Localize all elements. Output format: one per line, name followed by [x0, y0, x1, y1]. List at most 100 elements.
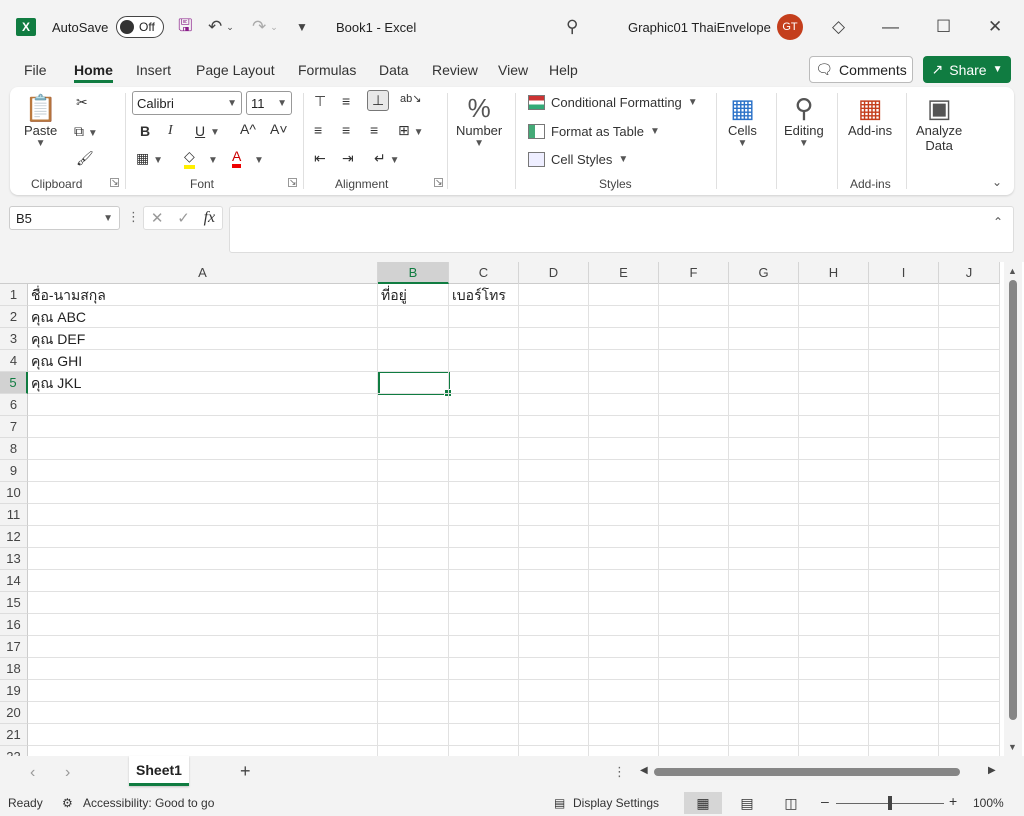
scroll-left-icon[interactable]: ◀ — [640, 765, 648, 776]
add-sheet-icon[interactable]: + — [240, 761, 251, 782]
dialog-launcher-icon[interactable]: ↘ — [434, 178, 443, 187]
cell-a2[interactable]: คุณ ABC — [28, 306, 378, 328]
row-header-11[interactable]: 11 — [0, 504, 28, 526]
tab-insert[interactable]: Insert — [136, 60, 171, 80]
column-header-e[interactable]: E — [589, 262, 659, 284]
row-header-17[interactable]: 17 — [0, 636, 28, 658]
ribbon-expand-icon[interactable]: ⌄ — [992, 175, 1002, 189]
analyze-data-button[interactable]: ▣ Analyze Data — [916, 93, 962, 153]
column-header-d[interactable]: D — [519, 262, 589, 284]
row-header-16[interactable]: 16 — [0, 614, 28, 636]
maximize-icon[interactable]: ☐ — [936, 0, 951, 54]
chevron-down-icon[interactable]: ▼ — [210, 127, 220, 138]
collapse-formula-bar-icon[interactable]: ⌃ — [993, 215, 1003, 229]
cell-b1[interactable]: ที่อยู่ — [378, 284, 449, 306]
wrap-text-icon[interactable]: ↵ ▼ — [374, 150, 400, 167]
decrease-font-button[interactable]: A˅ — [270, 121, 288, 137]
row-header-5[interactable]: 5 — [0, 372, 28, 394]
cancel-icon[interactable]: ✕ — [151, 209, 164, 227]
more-options-icon[interactable]: ⋮ — [127, 209, 140, 225]
align-bottom-icon[interactable]: ⊥ — [367, 90, 390, 111]
row-header-22[interactable]: 22 — [0, 746, 28, 756]
scroll-right-icon[interactable]: ▶ — [988, 765, 996, 776]
italic-button[interactable]: I — [168, 123, 173, 139]
active-cell-selection[interactable] — [378, 371, 452, 397]
search-icon[interactable]: ⚲ — [566, 0, 578, 54]
undo-icon[interactable]: ↶ ⌄ — [208, 0, 234, 54]
row-header-12[interactable]: 12 — [0, 526, 28, 548]
accessibility-icon[interactable]: ⚙ — [62, 796, 73, 810]
cell-c1[interactable]: เบอร์โทร — [449, 284, 519, 306]
row-header-4[interactable]: 4 — [0, 350, 28, 372]
decrease-indent-icon[interactable]: ⇤ — [314, 150, 326, 167]
column-header-g[interactable]: G — [729, 262, 799, 284]
format-as-table-button[interactable]: Format as Table ▼ — [528, 124, 660, 139]
redo-icon[interactable]: ↷ ⌄ — [252, 0, 278, 54]
row-header-21[interactable]: 21 — [0, 724, 28, 746]
merge-center-icon[interactable]: ⊞ ▼ — [398, 122, 424, 139]
number-format-button[interactable]: % Number ▼ — [456, 93, 502, 149]
column-header-f[interactable]: F — [659, 262, 729, 284]
name-box[interactable]: B5 ▼ — [9, 206, 120, 230]
tab-file[interactable]: File — [24, 60, 47, 80]
row-header-9[interactable]: 9 — [0, 460, 28, 482]
row-header-14[interactable]: 14 — [0, 570, 28, 592]
row-header-15[interactable]: 15 — [0, 592, 28, 614]
enter-icon[interactable]: ✓ — [177, 209, 190, 227]
row-header-1[interactable]: 1 — [0, 284, 28, 306]
sheet-tab-active[interactable]: Sheet1 — [129, 756, 189, 786]
cell-a4[interactable]: คุณ GHI — [28, 350, 378, 372]
row-header-13[interactable]: 13 — [0, 548, 28, 570]
row-header-2[interactable]: 2 — [0, 306, 28, 328]
row-header-18[interactable]: 18 — [0, 658, 28, 680]
horizontal-scroll-thumb[interactable] — [654, 768, 960, 776]
vertical-scroll-thumb[interactable] — [1009, 280, 1017, 720]
column-header-b[interactable]: B — [378, 262, 449, 284]
previous-sheet-icon[interactable]: ‹ — [30, 764, 35, 782]
increase-indent-icon[interactable]: ⇥ — [342, 150, 354, 167]
scroll-down-icon[interactable]: ▼ — [1008, 742, 1017, 752]
display-settings-icon[interactable]: ▤ — [554, 796, 565, 810]
next-sheet-icon[interactable]: › — [65, 764, 70, 782]
borders-icon[interactable]: ▦ ▼ — [136, 150, 163, 167]
align-left-icon[interactable]: ≡ — [314, 122, 322, 138]
tab-page-layout[interactable]: Page Layout — [196, 60, 275, 80]
align-center-icon[interactable]: ≡ — [342, 122, 350, 138]
chevron-down-icon[interactable]: ▼ — [208, 155, 218, 166]
display-settings-button[interactable]: Display Settings — [573, 796, 659, 810]
page-layout-view-icon[interactable]: ▤ — [728, 792, 766, 814]
underline-button[interactable]: U — [195, 123, 205, 139]
insert-function-button[interactable]: fx — [204, 209, 216, 227]
column-header-j[interactable]: J — [939, 262, 1000, 284]
column-header-a[interactable]: A — [28, 262, 378, 284]
scroll-up-icon[interactable]: ▲ — [1008, 266, 1017, 276]
minimize-icon[interactable]: — — [882, 0, 899, 54]
worksheet-grid[interactable]: ABCDEFGHIJ 1 2 3 4 5 6 7 8 9 10 11 12 13 14 15 16 17 18 19… — [0, 262, 1024, 756]
zoom-slider-thumb[interactable] — [888, 796, 892, 810]
row-header-8[interactable]: 8 — [0, 438, 28, 460]
fill-color-icon[interactable]: ◇ — [184, 148, 195, 169]
align-top-icon[interactable]: ⊤ — [314, 93, 326, 110]
tab-help[interactable]: Help — [549, 60, 578, 80]
column-header-i[interactable]: I — [869, 262, 939, 284]
user-name[interactable]: Graphic01 ThaiEnvelope — [628, 0, 771, 54]
orientation-icon[interactable]: ab↘ — [400, 92, 421, 105]
close-icon[interactable]: ✕ — [988, 0, 1002, 54]
cell-a5[interactable]: คุณ JKL — [28, 372, 378, 394]
horizontal-scrollbar[interactable]: ◀ ▶ — [636, 765, 1002, 779]
share-button[interactable]: ↗ Share ▼ — [923, 56, 1011, 83]
dialog-launcher-icon[interactable]: ↘ — [288, 178, 297, 187]
editing-button[interactable]: ⚲ Editing ▼ — [784, 93, 824, 149]
save-icon[interactable]: 🖫 — [178, 0, 192, 54]
addins-button[interactable]: ▦ Add-ins — [848, 93, 892, 138]
comments-button[interactable]: 🗨 Comments — [809, 56, 913, 83]
row-header-3[interactable]: 3 — [0, 328, 28, 350]
autosave-toggle[interactable]: Off — [116, 0, 164, 54]
align-right-icon[interactable]: ≡ — [370, 122, 378, 138]
font-size-select[interactable]: 11 ▼ — [246, 91, 292, 115]
format-painter-icon[interactable]: 🖌 — [76, 150, 94, 167]
cell-a1[interactable]: ชื่อ-นามสกุล — [28, 284, 378, 306]
chevron-down-icon[interactable]: ▼ — [254, 155, 264, 166]
font-family-select[interactable]: Calibri ▼ — [132, 91, 242, 115]
row-header-10[interactable]: 10 — [0, 482, 28, 504]
